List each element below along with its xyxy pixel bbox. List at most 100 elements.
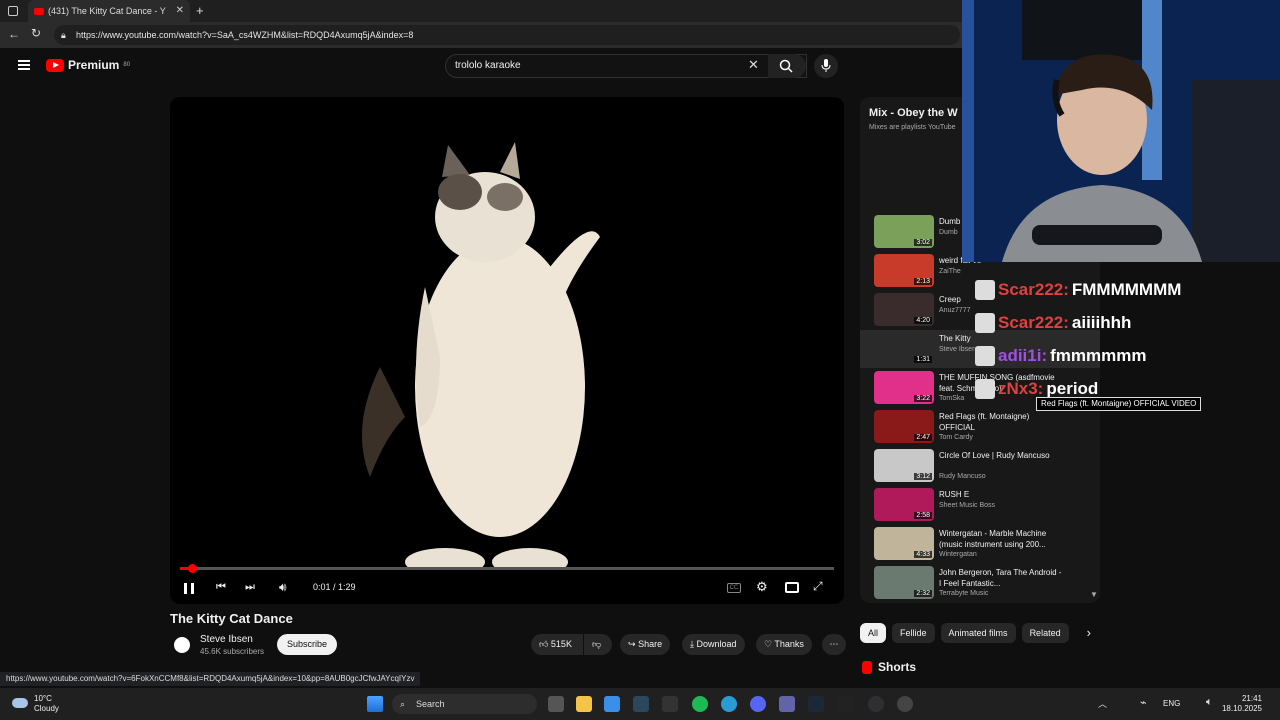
steam-alt-icon[interactable] [808, 696, 824, 712]
store-icon[interactable] [604, 696, 620, 712]
player-controls: ⏮︎ ⏭︎ 🔊︎ 0:01 / 1:29 CC ⚙︎ ⤢ [170, 574, 844, 604]
epic-games-icon[interactable] [662, 696, 678, 712]
back-icon[interactable]: ← [8, 27, 20, 41]
chat-message: adii1i: fmmmmmm [975, 342, 1146, 370]
channel-name[interactable]: Steve Ibsen [200, 634, 253, 645]
chat-badge-icon [975, 313, 995, 333]
spotify-icon[interactable] [692, 696, 708, 712]
weather-desc: Cloudy [34, 704, 59, 713]
chat-text: period [1046, 379, 1099, 398]
video-progress-bar[interactable] [180, 564, 834, 573]
wifi-icon[interactable]: ⌁ [1140, 696, 1147, 709]
search-input-value: trololo karaoke [455, 60, 521, 71]
chip-animated-films[interactable]: Animated films [940, 623, 1016, 643]
shorts-heading: Shorts [862, 660, 916, 674]
playlist-item-channel: Steve Ibsen [939, 346, 976, 353]
chip-fellide[interactable]: Fellide [892, 623, 935, 643]
task-view-icon[interactable] [548, 696, 564, 712]
steam-icon[interactable] [633, 696, 649, 712]
subscribe-button[interactable]: Subscribe [277, 634, 338, 655]
thanks-button[interactable]: ♡ Thanks [756, 634, 812, 655]
chat-message: Scar222: aiiiihhh [975, 309, 1131, 337]
browser-tab-active[interactable]: (431) The Kitty Cat Dance - Y ✕ [28, 0, 190, 22]
youtube-logo[interactable]: Premium 80 [46, 58, 130, 72]
channel-avatar[interactable] [174, 637, 190, 653]
url-text: https://www.youtube.com/watch?v=SaA_cs4W… [76, 30, 414, 40]
next-icon[interactable]: ⏭︎ [245, 581, 255, 594]
thumbs-up-icon: 👍︎ [539, 639, 549, 649]
settings-icon[interactable]: ⚙︎ [756, 579, 768, 595]
speaker-icon[interactable]: 🔈︎ [1206, 696, 1213, 709]
time-display: 0:01 / 1:29 [313, 582, 356, 592]
more-actions-button[interactable]: ⋯ [822, 634, 846, 655]
thumbs-down-icon: 👎︎ [592, 639, 602, 649]
thanks-label: Thanks [774, 639, 804, 649]
chat-username: Scar222: [998, 280, 1069, 299]
share-label: Share [638, 639, 663, 649]
tab-close-icon[interactable]: ✕ [176, 5, 184, 16]
settings-app-icon[interactable] [897, 696, 913, 712]
terminal-icon[interactable] [838, 696, 854, 712]
playlist-item-channel: TomSka [939, 395, 965, 402]
search-icon [779, 59, 793, 73]
pause-icon[interactable] [184, 583, 194, 594]
playlist-item-channel: Dumb [939, 229, 958, 236]
reload-icon[interactable]: ↻ [31, 26, 41, 40]
search-button[interactable] [768, 54, 806, 78]
playlist-item[interactable]: 3:12 Circle Of Love | Rudy Mancuso Rudy Ma… [860, 447, 1100, 485]
microphone-icon [821, 59, 831, 72]
taskbar-search[interactable]: ⌕ Search [392, 694, 537, 714]
file-explorer-icon[interactable] [576, 696, 592, 712]
share-button[interactable]: ↪ Share [620, 634, 671, 655]
playlist-duration: 2:47 [914, 434, 932, 441]
teams-icon[interactable] [779, 696, 795, 712]
playlist-duration: 2:13 [914, 278, 932, 285]
playlist-item-title: RUSH E [939, 490, 970, 499]
previous-icon[interactable]: ⏮︎ [216, 581, 226, 594]
windows-start-icon[interactable] [367, 696, 383, 712]
taskbar-clock[interactable]: 21:41 18.10.2025 [1222, 694, 1262, 714]
chat-badge-icon [975, 280, 995, 300]
chat-text: aiiiihhh [1071, 313, 1132, 332]
playlist-item-channel: Anuz7777 [939, 307, 971, 314]
weather-widget[interactable]: 10°C Cloudy [34, 694, 59, 714]
theater-mode-icon[interactable] [785, 582, 799, 593]
taskbar-search-icon: ⌕ [400, 699, 406, 709]
keyboard-language[interactable]: ENG [1163, 699, 1180, 708]
chip-related[interactable]: Related [1021, 623, 1069, 643]
edge-icon[interactable] [721, 696, 737, 712]
playlist-item[interactable]: 2:58 RUSH E Sheet Music Boss [860, 486, 1100, 524]
youtube-favicon-icon [34, 7, 44, 15]
playlist-item[interactable]: 4:33 Wintergatan - Marble Machine (music … [860, 525, 1100, 563]
new-tab-icon[interactable]: + [196, 3, 204, 18]
like-button[interactable]: 👍︎ 515K [531, 634, 583, 655]
playlist-item[interactable]: 2:32 John Bergeron, Tara The Android - I … [860, 564, 1100, 602]
scroll-down-icon[interactable]: ▼ [1090, 590, 1098, 599]
obs-icon[interactable] [868, 696, 884, 712]
dislike-button[interactable]: 👎︎ [584, 634, 612, 655]
url-field[interactable]: 🔒︎ https://www.youtube.com/watch?v=SaA_c… [54, 25, 960, 45]
chip-all[interactable]: All [860, 623, 887, 643]
chevron-right-icon[interactable]: › [1087, 623, 1091, 643]
playlist-thumbnail: 2:32 [874, 566, 934, 599]
filter-chips: All Fellide Animated films Related › [860, 623, 1091, 643]
playlist-item-title: Circle Of Love | Rudy Mancuso [939, 451, 1050, 460]
voice-search-button[interactable] [814, 54, 838, 78]
progress-scrubber[interactable] [187, 564, 197, 573]
discord-icon[interactable] [750, 696, 766, 712]
webcam-feed [962, 0, 1280, 262]
subtitles-icon[interactable]: CC [727, 583, 741, 593]
video-player[interactable]: ⏮︎ ⏭︎ 🔊︎ 0:01 / 1:29 CC ⚙︎ ⤢ [170, 97, 844, 604]
fullscreen-icon[interactable]: ⤢ [813, 579, 823, 594]
clear-search-icon[interactable]: ✕ [748, 57, 759, 73]
playlist-thumbnail: 3:02 [874, 215, 934, 248]
tray-chevron-icon[interactable]: ︿ [1098, 697, 1107, 710]
menu-icon[interactable] [18, 60, 30, 70]
volume-icon[interactable]: 🔊︎ [279, 580, 287, 595]
playlist-thumbnail: 3:22 [874, 371, 934, 404]
tab-actions-icon[interactable] [8, 6, 18, 16]
chat-badge-icon [975, 346, 995, 366]
playlist-duration: 3:22 [914, 395, 932, 402]
playlist-item-channel: Rudy Mancuso [939, 473, 986, 480]
download-button[interactable]: ⤓ Download [682, 634, 745, 655]
